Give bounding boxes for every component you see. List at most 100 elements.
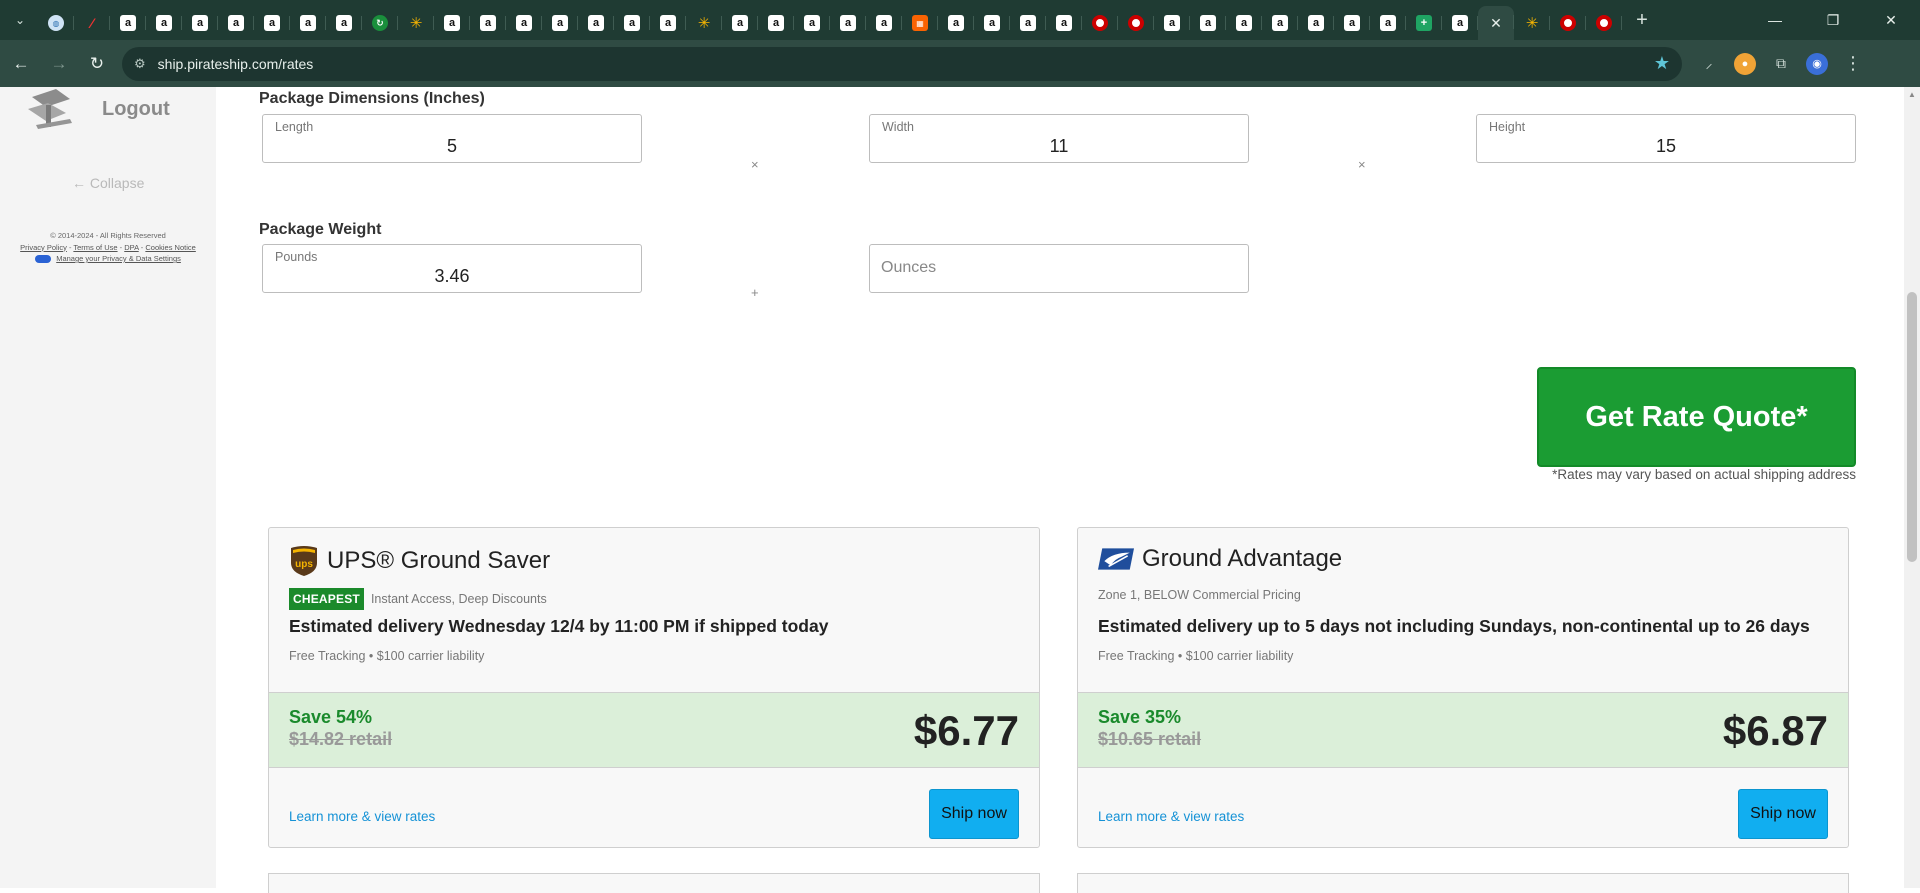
more-menu-icon[interactable]: ⋮ xyxy=(1842,53,1864,75)
browser-tab[interactable]: ✳ xyxy=(1514,7,1550,39)
length-field[interactable]: Length 5 xyxy=(262,114,642,163)
browser-tab[interactable]: a xyxy=(434,7,470,39)
browser-tab[interactable]: a xyxy=(1010,7,1046,39)
ship-now-button[interactable]: Ship now xyxy=(1738,789,1828,839)
extension-feather-icon[interactable]: ⸝ xyxy=(1698,53,1720,75)
rates-disclaimer: *Rates may vary based on actual shipping… xyxy=(1552,467,1856,482)
browser-tab[interactable]: a xyxy=(1226,7,1262,39)
scrollbar-thumb[interactable] xyxy=(1907,292,1917,562)
browser-tab[interactable]: a xyxy=(254,7,290,39)
browser-tab[interactable]: a xyxy=(1190,7,1226,39)
restore-icon[interactable]: ❐ xyxy=(1804,0,1862,40)
browser-tab[interactable]: a xyxy=(938,7,974,39)
browser-tab[interactable]: a xyxy=(1262,7,1298,39)
amazon-icon: a xyxy=(444,15,460,31)
browser-tab[interactable]: a xyxy=(506,7,542,39)
browser-tab[interactable]: a xyxy=(146,7,182,39)
minimize-icon[interactable]: — xyxy=(1746,0,1804,40)
close-window-icon[interactable]: ✕ xyxy=(1862,0,1920,40)
browser-tab[interactable]: a xyxy=(1370,7,1406,39)
rate-card-partial xyxy=(268,873,1040,893)
browser-tab[interactable] xyxy=(1586,7,1622,39)
browser-tab[interactable]: ▦ xyxy=(902,7,938,39)
browser-tab[interactable]: a xyxy=(614,7,650,39)
browser-tab[interactable]: a xyxy=(542,7,578,39)
browser-tab[interactable]: a xyxy=(182,7,218,39)
browser-tab[interactable]: a xyxy=(290,7,326,39)
browser-tab[interactable]: a xyxy=(470,7,506,39)
browser-tab[interactable]: a xyxy=(722,7,758,39)
ship-now-button[interactable]: Ship now xyxy=(929,789,1019,839)
browser-tab[interactable]: a xyxy=(866,7,902,39)
browser-tab[interactable]: a xyxy=(218,7,254,39)
delivery-estimate: Estimated delivery Wednesday 12/4 by 11:… xyxy=(289,616,829,636)
browser-tab[interactable] xyxy=(1118,7,1154,39)
close-icon[interactable]: ✕ xyxy=(1488,15,1504,31)
privacy-toggle-icon[interactable] xyxy=(35,255,52,264)
plus-symbol: + xyxy=(751,285,759,300)
pounds-field[interactable]: Pounds 3.46 xyxy=(262,244,642,293)
browser-tab[interactable]: a xyxy=(1154,7,1190,39)
extensions-puzzle-icon[interactable]: ⧉ xyxy=(1770,53,1792,75)
walmart-icon: ✳ xyxy=(697,15,711,32)
browser-tab[interactable] xyxy=(1550,7,1586,39)
new-tab-plus-icon[interactable]: + xyxy=(1628,6,1656,34)
target-icon xyxy=(1596,15,1612,31)
browser-tab[interactable]: ◍ xyxy=(38,7,74,39)
width-field[interactable]: Width 11 xyxy=(869,114,1249,163)
reload-icon[interactable]: ↻ xyxy=(80,47,114,81)
browser-tab-active[interactable]: ✕ xyxy=(1478,6,1514,40)
pirate-ship-logo-icon[interactable] xyxy=(26,87,80,131)
browser-toolbar: ← → ↻ ⚙ ship.pirateship.com/rates ★ ⸝ ● … xyxy=(0,40,1920,87)
extension-circle-icon[interactable]: ● xyxy=(1734,52,1756,75)
height-field[interactable]: Height 15 xyxy=(1476,114,1856,163)
back-arrow-icon[interactable]: ← xyxy=(4,47,38,81)
dpa-link[interactable]: DPA xyxy=(124,243,138,252)
sidebar: Logout ← Collapse © 2014-2024 - All Righ… xyxy=(0,87,216,888)
browser-tab[interactable]: a xyxy=(578,7,614,39)
browser-tab[interactable]: a xyxy=(1334,7,1370,39)
manage-privacy-link[interactable]: Manage your Privacy & Data Settings xyxy=(56,254,181,263)
site-info-icon[interactable]: ⚙ xyxy=(134,56,146,72)
rate-card-partial xyxy=(1077,873,1849,893)
browser-tab[interactable]: a xyxy=(110,7,146,39)
browser-tab[interactable]: a xyxy=(794,7,830,39)
browser-tab-bar: ⌄ ◍ ⁄ a a a a a a a ↻ ✳ a a a a a a a ✳ a a a a a ▦ a a a a a a a a a a a + a… xyxy=(0,0,1920,40)
privacy-policy-link[interactable]: Privacy Policy xyxy=(20,243,67,252)
profile-avatar-icon[interactable]: ◉ xyxy=(1806,52,1828,75)
tab-search-chevron-icon[interactable]: ⌄ xyxy=(6,6,34,34)
browser-tab[interactable]: a xyxy=(758,7,794,39)
browser-tab[interactable]: a xyxy=(830,7,866,39)
page-scrollbar[interactable]: ▲ xyxy=(1904,87,1920,888)
svg-text:ups: ups xyxy=(295,559,313,570)
browser-tab[interactable]: ✳ xyxy=(686,7,722,39)
browser-tab[interactable]: a xyxy=(1298,7,1334,39)
amazon-icon: a xyxy=(1020,15,1036,31)
get-rate-quote-button[interactable]: Get Rate Quote* xyxy=(1537,367,1856,467)
browser-tab[interactable]: ⁄ xyxy=(74,7,110,39)
browser-tab[interactable]: a xyxy=(1046,7,1082,39)
amazon-icon: a xyxy=(480,15,496,31)
amazon-icon: a xyxy=(732,15,748,31)
times-symbol: × xyxy=(1358,157,1366,172)
address-bar[interactable]: ⚙ ship.pirateship.com/rates ★ xyxy=(122,46,1682,81)
forward-arrow-icon[interactable]: → xyxy=(42,47,76,81)
browser-tab[interactable]: a xyxy=(1442,7,1478,39)
collapse-sidebar-button[interactable]: ← Collapse xyxy=(72,175,144,191)
browser-tab[interactable]: a xyxy=(326,7,362,39)
learn-more-link[interactable]: Learn more & view rates xyxy=(1098,809,1244,824)
browser-tab[interactable] xyxy=(1082,7,1118,39)
browser-tab[interactable]: a xyxy=(974,7,1010,39)
terms-of-use-link[interactable]: Terms of Use xyxy=(73,243,117,252)
browser-tab[interactable]: ✳ xyxy=(398,7,434,39)
bookmark-star-icon[interactable]: ★ xyxy=(1654,53,1670,74)
logout-link[interactable]: Logout xyxy=(102,98,170,121)
scroll-up-arrow-icon[interactable]: ▲ xyxy=(1908,90,1916,99)
height-label: Height xyxy=(1489,120,1526,134)
browser-tab[interactable]: + xyxy=(1406,7,1442,39)
ounces-field[interactable]: Ounces xyxy=(869,244,1249,293)
learn-more-link[interactable]: Learn more & view rates xyxy=(289,809,435,824)
browser-tab[interactable]: ↻ xyxy=(362,7,398,39)
cookies-notice-link[interactable]: Cookies Notice xyxy=(145,243,195,252)
browser-tab[interactable]: a xyxy=(650,7,686,39)
